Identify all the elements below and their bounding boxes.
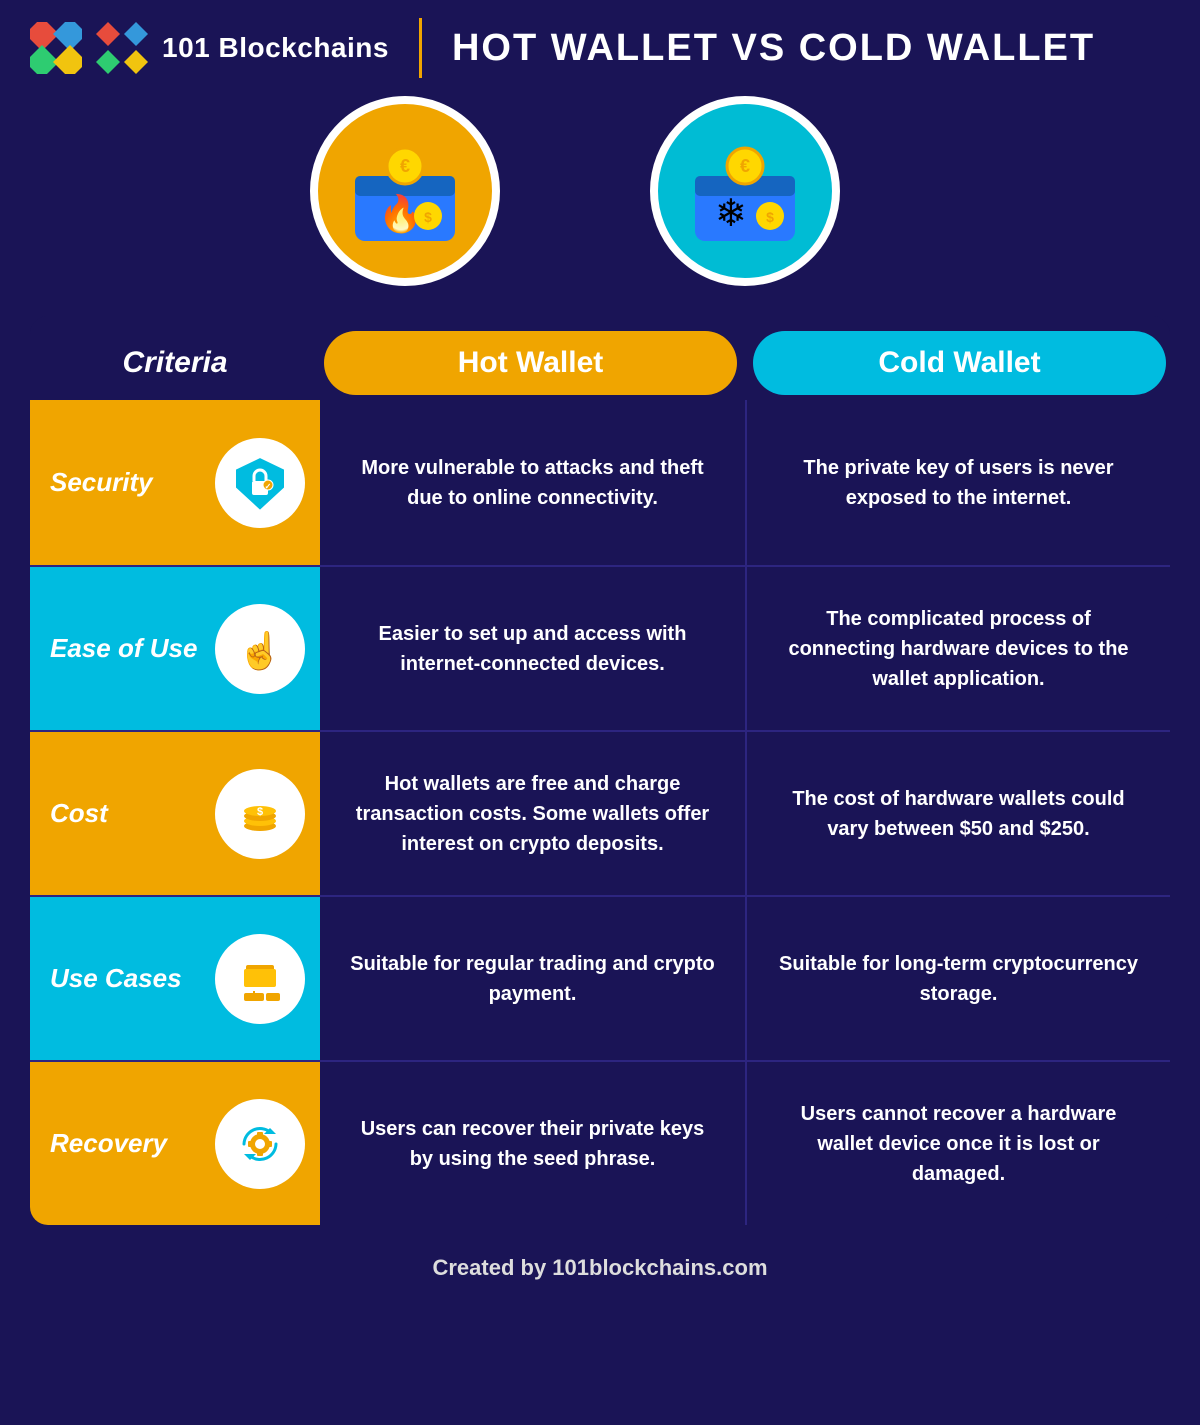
cost-icon: $	[215, 769, 305, 859]
recovery-svg	[230, 1114, 290, 1174]
security-svg: ✓	[230, 453, 290, 513]
usecases-cold-text: Suitable for long-term cryptocurrency st…	[777, 949, 1140, 1009]
th-hot-wallet: Hot Wallet	[324, 331, 737, 395]
table-body: Security ✓ More vulnerable to attacks	[30, 400, 1170, 1225]
recovery-cold-text: Users cannot recover a hardware wallet d…	[777, 1099, 1140, 1189]
footer: Created by 101blockchains.com	[30, 1225, 1170, 1311]
ease-cold-text: The complicated process of connecting ha…	[777, 604, 1140, 694]
svg-text:$: $	[766, 209, 774, 225]
th-cold-text: Cold Wallet	[878, 346, 1040, 380]
usecases-criteria-cell: Use Cases	[30, 897, 320, 1060]
th-criteria-text: Criteria	[122, 346, 227, 380]
usecases-cold-cell: Suitable for long-term cryptocurrency st…	[745, 897, 1170, 1060]
security-hot-text: More vulnerable to attacks and theft due…	[350, 453, 715, 513]
cost-hot-text: Hot wallets are free and charge transact…	[350, 769, 715, 859]
logo-diamonds	[94, 20, 150, 76]
svg-text:€: €	[740, 156, 750, 176]
ease-hot-text: Easier to set up and access with interne…	[350, 619, 715, 679]
logo-area: 101 Blockchains	[30, 20, 389, 76]
recovery-label: Recovery	[50, 1128, 205, 1159]
security-hot-cell: More vulnerable to attacks and theft due…	[320, 400, 745, 565]
hot-wallet-icon-container: € 🔥 $	[310, 96, 500, 286]
svg-text:✓: ✓	[265, 482, 272, 491]
usecases-icon	[215, 934, 305, 1024]
security-label: Security	[50, 467, 205, 498]
ease-cold-cell: The complicated process of connecting ha…	[745, 567, 1170, 730]
table-row: Security ✓ More vulnerable to attacks	[30, 400, 1170, 565]
table-header: Criteria Hot Wallet Cold Wallet	[30, 316, 1170, 400]
recovery-hot-cell: Users can recover their private keys by …	[320, 1062, 745, 1225]
ease-icon: ☝	[215, 604, 305, 694]
logo-icon	[30, 22, 82, 74]
cost-label: Cost	[50, 798, 205, 829]
header: 101 Blockchains HOT WALLET VS COLD WALLE…	[0, 0, 1200, 96]
footer-text: Created by 101blockchains.com	[432, 1255, 767, 1280]
recovery-hot-text: Users can recover their private keys by …	[350, 1114, 715, 1174]
svg-text:☝: ☝	[238, 629, 283, 672]
usecases-hot-text: Suitable for regular trading and crypto …	[350, 949, 715, 1009]
hot-wallet-circle: € 🔥 $	[310, 96, 500, 286]
cost-cold-cell: The cost of hardware wallets could vary …	[745, 732, 1170, 895]
recovery-criteria-cell: Recovery	[30, 1062, 320, 1225]
usecases-label: Use Cases	[50, 963, 205, 994]
th-hot-text: Hot Wallet	[458, 346, 604, 380]
svg-text:€: €	[400, 156, 410, 176]
hot-wallet-svg: € 🔥 $	[340, 136, 470, 246]
comparison-table: Criteria Hot Wallet Cold Wallet Security	[30, 316, 1170, 1225]
header-divider	[419, 18, 422, 78]
recovery-cold-cell: Users cannot recover a hardware wallet d…	[745, 1062, 1170, 1225]
table-row: Ease of Use ☝ Easier to set up and acces…	[30, 565, 1170, 730]
cost-cold-text: The cost of hardware wallets could vary …	[777, 784, 1140, 844]
main-content: € 🔥 $ € ❄	[0, 96, 1200, 1341]
security-cold-text: The private key of users is never expose…	[777, 453, 1140, 513]
recovery-icon	[215, 1099, 305, 1189]
table-row: Cost $ Hot wallets are	[30, 730, 1170, 895]
svg-text:$: $	[257, 806, 263, 818]
ease-criteria-cell: Ease of Use ☝	[30, 567, 320, 730]
usecases-hot-cell: Suitable for regular trading and crypto …	[320, 897, 745, 1060]
svg-text:$: $	[424, 209, 432, 225]
cold-wallet-icon-container: € ❄ $	[650, 96, 840, 286]
cold-wallet-svg: € ❄ $	[680, 136, 810, 246]
header-title: HOT WALLET VS COLD WALLET	[452, 27, 1095, 70]
table-row: Use Cases	[30, 895, 1170, 1060]
ease-label: Ease of Use	[50, 633, 205, 664]
cost-criteria-cell: Cost $	[30, 732, 320, 895]
cost-svg: $	[230, 784, 290, 844]
svg-text:❄: ❄	[715, 193, 747, 235]
table-row: Recovery	[30, 1060, 1170, 1225]
usecases-svg	[230, 949, 290, 1009]
security-icon: ✓	[215, 438, 305, 528]
security-criteria-cell: Security ✓	[30, 400, 320, 565]
cost-hot-cell: Hot wallets are free and charge transact…	[320, 732, 745, 895]
cold-wallet-circle: € ❄ $	[650, 96, 840, 286]
th-criteria: Criteria	[30, 326, 320, 400]
top-icons-row: € 🔥 $ € ❄	[30, 96, 1170, 316]
th-cold-wallet: Cold Wallet	[753, 331, 1166, 395]
ease-hot-cell: Easier to set up and access with interne…	[320, 567, 745, 730]
logo-text: 101 Blockchains	[162, 32, 389, 64]
ease-svg: ☝	[230, 619, 290, 679]
security-cold-cell: The private key of users is never expose…	[745, 400, 1170, 565]
